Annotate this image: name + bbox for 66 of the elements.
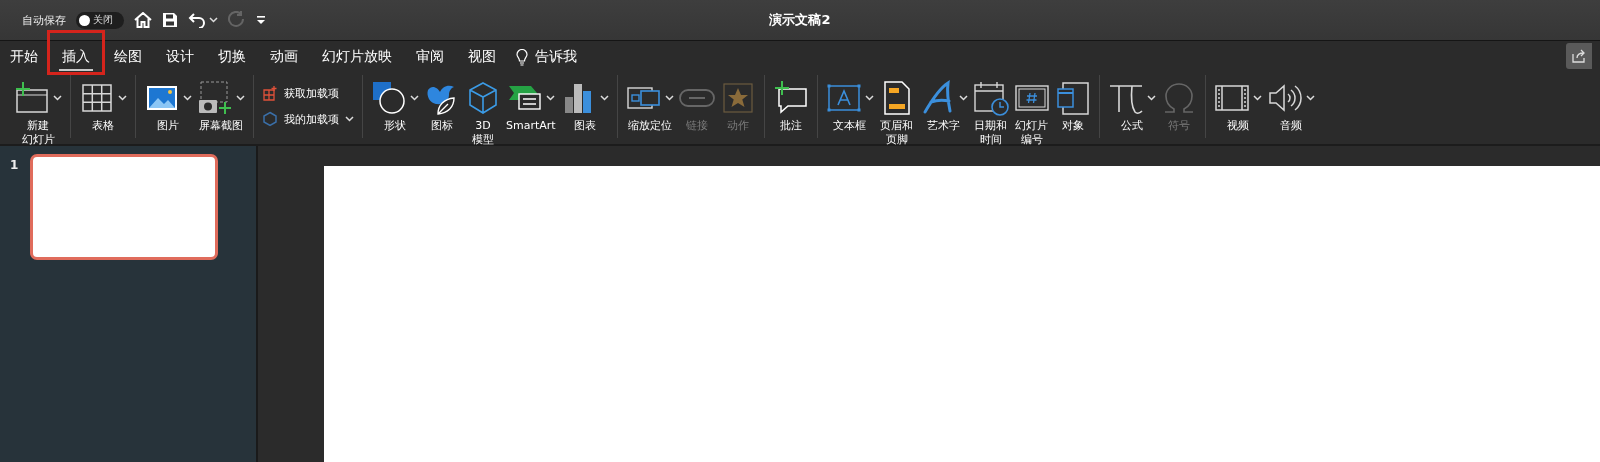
- ribbon-tab[interactable]: 审阅: [408, 41, 452, 73]
- ribbon-tab[interactable]: 设计: [158, 41, 202, 73]
- caret-icon: [53, 95, 62, 101]
- caret-icon: [545, 95, 555, 101]
- caret-icon: [118, 95, 127, 101]
- ribbon-button[interactable]: 文本框: [823, 79, 876, 133]
- lightbulb-icon: [516, 48, 528, 66]
- object-icon: [1054, 80, 1091, 116]
- calendar-clock-icon: [972, 80, 1009, 116]
- ribbon-button[interactable]: 页眉和页脚: [876, 79, 917, 147]
- ribbon-button[interactable]: SmartArt: [504, 79, 558, 133]
- ribbon-button[interactable]: 图标: [422, 79, 462, 133]
- ribbon-button[interactable]: 日期和时间: [970, 79, 1011, 147]
- ribbon-tab[interactable]: 绘图: [106, 41, 150, 73]
- autosave-label: 自动保存: [22, 12, 66, 28]
- ribbon-button[interactable]: 新建幻灯片: [12, 79, 64, 147]
- hexagon-icon: [262, 111, 278, 127]
- ribbon-button[interactable]: 3D模型: [463, 79, 503, 147]
- ribbon-button[interactable]: 对象: [1052, 79, 1093, 133]
- share-icon: [1572, 49, 1586, 63]
- caret-icon: [864, 95, 874, 101]
- ribbon-button[interactable]: 我的加载项: [260, 111, 356, 127]
- caret-icon: [410, 95, 419, 101]
- home-icon[interactable]: [134, 12, 152, 28]
- window-title: 演示文稿2: [769, 12, 831, 27]
- ribbon-button[interactable]: 形状: [369, 79, 421, 133]
- caret-icon: [345, 116, 354, 122]
- slide-thumbnail[interactable]: [30, 154, 218, 260]
- autosave-toggle[interactable]: 关闭: [76, 11, 124, 29]
- save-icon[interactable]: [162, 12, 178, 28]
- caret-icon: [1252, 95, 1262, 101]
- ribbon-button[interactable]: 批注: [770, 79, 811, 133]
- ribbon-tab[interactable]: 动画: [262, 41, 306, 73]
- ribbon-tab[interactable]: 幻灯片放映: [314, 41, 400, 73]
- ribbon-tab[interactable]: 开始: [2, 41, 46, 73]
- caret-icon: [664, 95, 674, 101]
- ribbon-button[interactable]: 获取加载项: [260, 85, 356, 101]
- caret-icon: [209, 17, 218, 23]
- ribbon-button[interactable]: 幻灯片编号: [1011, 79, 1052, 147]
- shapes-icon: [371, 80, 407, 116]
- add-ins-icon: [262, 85, 278, 101]
- caret-icon: [599, 95, 609, 101]
- comment-icon: [772, 80, 809, 116]
- caret-icon: [236, 95, 245, 101]
- ribbon-button[interactable]: 公式: [1105, 79, 1158, 133]
- screenshot-icon: [197, 80, 233, 116]
- ribbon-button[interactable]: 视频: [1211, 79, 1264, 133]
- ribbon-button[interactable]: 屏幕截图: [195, 79, 247, 133]
- caret-icon: [1305, 95, 1315, 101]
- ribbon-button[interactable]: 图片: [142, 79, 194, 133]
- tell-me-button[interactable]: 告诉我: [512, 42, 581, 72]
- caret-icon: [1146, 95, 1156, 101]
- slide-number: 1: [10, 157, 20, 172]
- caret-icon: [183, 95, 192, 101]
- ribbon-button[interactable]: 音频: [1264, 79, 1317, 133]
- customize-icon[interactable]: [256, 15, 266, 25]
- ribbon-tab[interactable]: 视图: [460, 41, 504, 73]
- ribbon-button[interactable]: 图表: [558, 79, 611, 133]
- undo-icon[interactable]: [188, 12, 206, 28]
- new-slide-icon: [14, 80, 50, 116]
- caret-icon: [958, 95, 968, 101]
- ribbon-button[interactable]: 表格: [77, 79, 129, 133]
- ribbon-tab[interactable]: 切换: [210, 41, 254, 73]
- share-button[interactable]: [1566, 43, 1592, 69]
- ribbon-button[interactable]: 艺术字: [917, 79, 970, 133]
- ribbon-button[interactable]: 缩放定位: [623, 79, 676, 133]
